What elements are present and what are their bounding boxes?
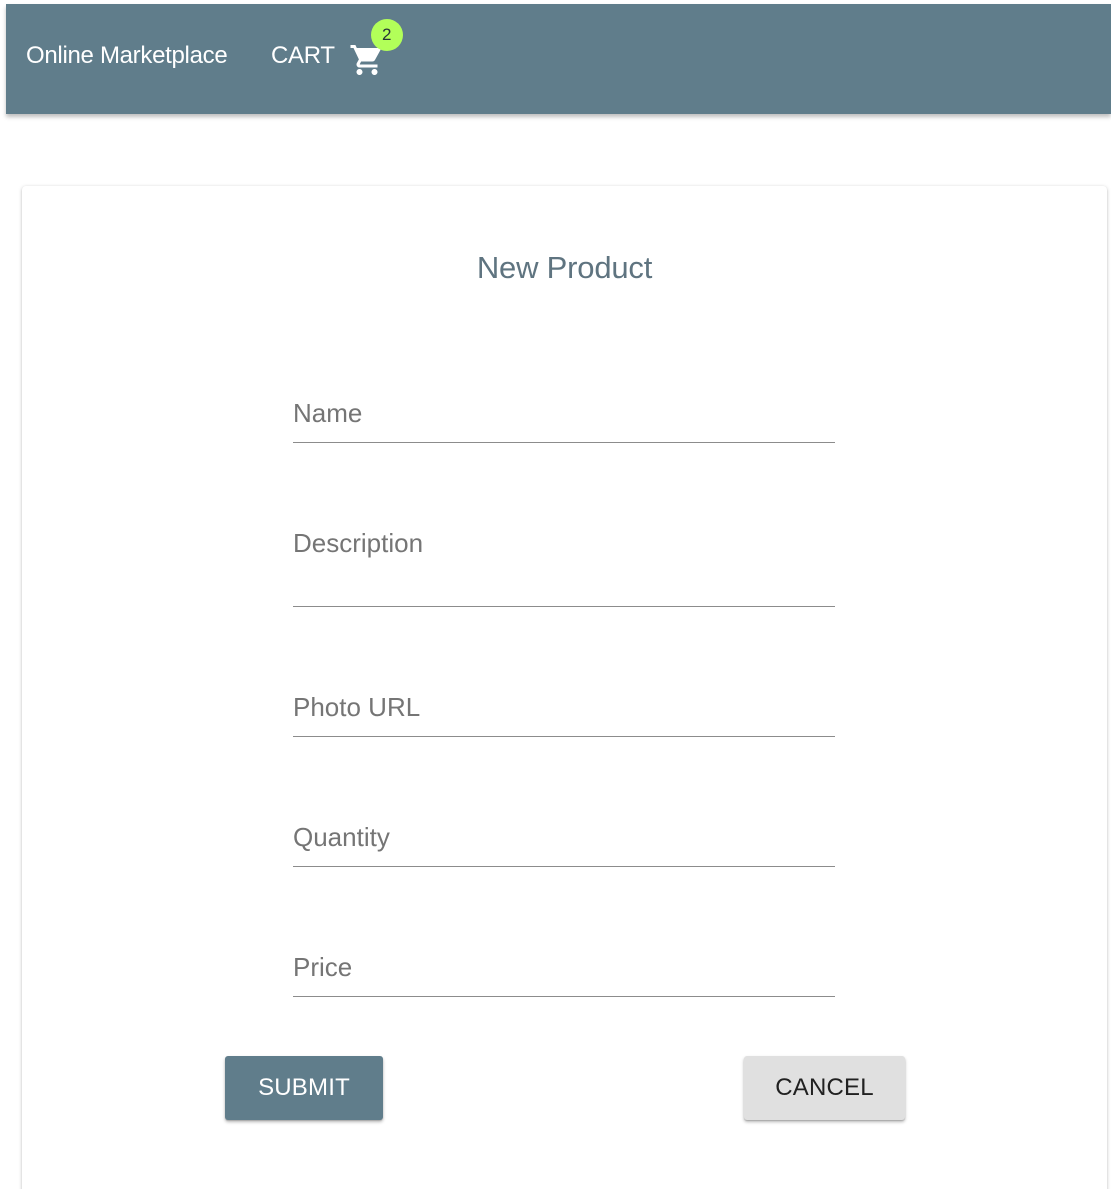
cart-icon-container: 2 bbox=[348, 19, 403, 78]
description-label: Description bbox=[293, 528, 424, 558]
price-field: Price bbox=[293, 947, 835, 997]
submit-button[interactable]: SUBMIT bbox=[225, 1056, 383, 1120]
quantity-input[interactable] bbox=[293, 826, 835, 866]
page-title: New Product bbox=[476, 250, 653, 285]
description-field: Description bbox=[293, 523, 835, 607]
app-bar: Online Marketplace CART 2 bbox=[6, 4, 1111, 114]
brand-link[interactable]: Online Marketplace bbox=[26, 42, 228, 70]
price-input[interactable] bbox=[293, 956, 835, 996]
name-field: Name bbox=[293, 393, 835, 443]
photo-url-field: Photo URL bbox=[293, 687, 835, 737]
cart-count-badge: 2 bbox=[370, 19, 403, 51]
photo-url-input[interactable] bbox=[293, 696, 835, 736]
cart-button[interactable]: CART 2 bbox=[271, 19, 403, 78]
new-product-card: New Product Name Description Photo URL Q… bbox=[22, 186, 1107, 1189]
quantity-field: Quantity bbox=[293, 817, 835, 867]
description-input[interactable] bbox=[293, 566, 835, 606]
name-input[interactable] bbox=[293, 402, 835, 442]
page: Online Marketplace CART 2 New Product Na… bbox=[0, 0, 1111, 1189]
cancel-button[interactable]: CANCEL bbox=[744, 1056, 905, 1120]
cart-label: CART bbox=[271, 42, 335, 69]
